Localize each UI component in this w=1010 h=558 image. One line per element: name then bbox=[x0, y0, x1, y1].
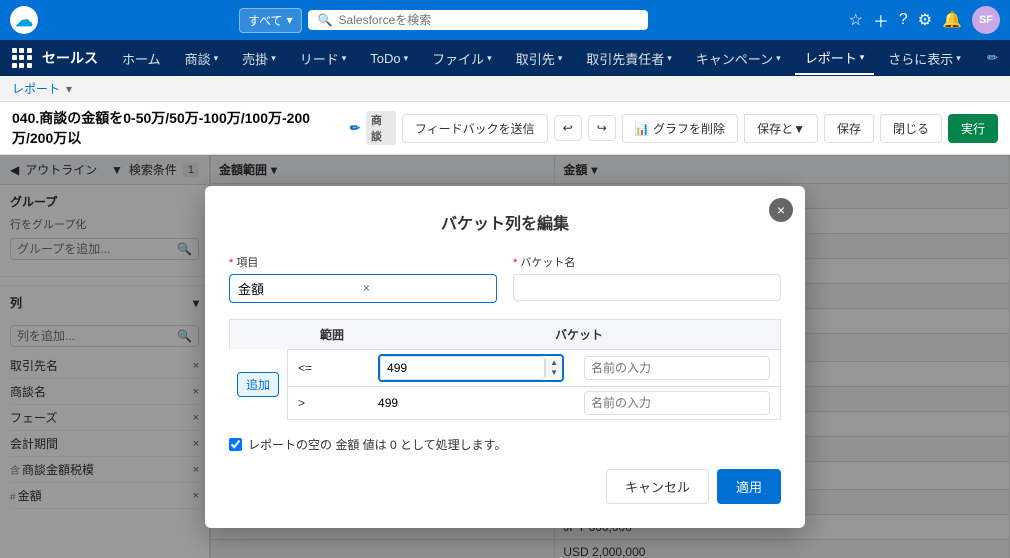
run-button[interactable]: 実行 bbox=[948, 114, 998, 143]
checkbox-row: レポートの空の 金額 値は 0 として処理します。 bbox=[229, 436, 781, 453]
global-search-input[interactable] bbox=[339, 13, 638, 27]
modal-footer: キャンセル 適用 bbox=[229, 469, 781, 504]
undo-button[interactable]: ↩ bbox=[554, 115, 582, 141]
nav-item-opportunities[interactable]: 商談 ▾ bbox=[175, 43, 229, 74]
modal-close-button[interactable]: × bbox=[769, 198, 793, 222]
nav-item-campaigns[interactable]: キャンペーン ▾ bbox=[686, 43, 791, 74]
bucket-name-input[interactable] bbox=[513, 274, 781, 301]
app-name: セールス bbox=[42, 48, 98, 68]
zero-checkbox-label[interactable]: レポートの空の 金額 値は 0 として処理します。 bbox=[248, 436, 506, 453]
save-button[interactable]: 保存 bbox=[824, 114, 874, 143]
redo-button[interactable]: ↪ bbox=[588, 115, 616, 141]
title-edit-icon[interactable]: ✏ bbox=[350, 121, 360, 135]
search-icon: 🔍 bbox=[318, 13, 333, 27]
report-title-area: 040.商談の金額を0-50万/50万-100万/100万-200万/200万以… bbox=[12, 108, 396, 148]
nav-item-contacts[interactable]: 取引先責任者 ▾ bbox=[576, 43, 682, 74]
nav-edit-icon[interactable]: ✏ bbox=[987, 50, 998, 66]
modal-form-row: * 項目 金額 × * バケット名 bbox=[229, 254, 781, 303]
avatar[interactable]: SF bbox=[972, 6, 1000, 34]
report-badge: 商談 bbox=[366, 111, 396, 145]
op-cell: <= bbox=[288, 357, 368, 379]
chevron-down-icon: ▾ bbox=[667, 53, 672, 64]
add-icon[interactable]: ＋ bbox=[873, 8, 889, 32]
bucket-name-cell bbox=[574, 352, 780, 384]
range-header bbox=[230, 320, 310, 349]
feedback-button[interactable]: フィードバックを送信 bbox=[402, 114, 548, 143]
app-grid-icon[interactable] bbox=[12, 48, 32, 68]
bucket-table-wrapper: 範囲 バケット 追加 <= bbox=[229, 319, 781, 420]
close-button[interactable]: 閉じる bbox=[880, 114, 942, 143]
chevron-down-icon: ▾ bbox=[342, 53, 347, 64]
bucket-name-cell-2 bbox=[574, 387, 780, 419]
field-item: * 項目 金額 × bbox=[229, 254, 497, 303]
bucket-label: バケット bbox=[545, 320, 780, 349]
bucket-name-input-2[interactable] bbox=[584, 391, 770, 415]
field-bucket-name: * バケット名 bbox=[513, 254, 781, 303]
zero-checkbox[interactable] bbox=[229, 438, 242, 451]
salesforce-logo: ☁ bbox=[10, 6, 38, 34]
cancel-button[interactable]: キャンセル bbox=[606, 469, 709, 504]
apply-button[interactable]: 適用 bbox=[717, 469, 781, 504]
field-item-value: 金額 × bbox=[229, 274, 497, 303]
nav-item-todo[interactable]: ToDo ▾ bbox=[360, 45, 418, 72]
breadcrumb-parent[interactable]: レポート bbox=[12, 80, 60, 97]
main-area: ◀ アウトライン ▼ 検索条件 1 グループ 行をグループ化 🔍 列 ▾ 🔍 bbox=[0, 155, 1010, 558]
nav-item-leads[interactable]: リード ▾ bbox=[290, 43, 357, 74]
bucket-edit-modal: × バケット列を編集 * 項目 金額 × * バケ bbox=[205, 186, 805, 528]
chevron-down-icon: ▾ bbox=[271, 53, 276, 64]
global-search-bar[interactable]: 🔍 bbox=[308, 10, 648, 30]
bucket-name-input-1[interactable] bbox=[584, 356, 770, 380]
chevron-down-icon: ▾ bbox=[214, 53, 219, 64]
field-bucket-name-label: * バケット名 bbox=[513, 254, 781, 270]
help-icon[interactable]: ? bbox=[899, 11, 908, 29]
favorites-icon[interactable]: ☆ bbox=[848, 10, 862, 30]
modal-overlay: × バケット列を編集 * 項目 金額 × * バケ bbox=[0, 155, 1010, 558]
range-label: 範囲 bbox=[310, 320, 545, 349]
value-cell: ▲ ▼ bbox=[368, 350, 574, 386]
add-row-button[interactable]: 追加 bbox=[237, 372, 279, 397]
modal-title: バケット列を編集 bbox=[229, 210, 781, 234]
breadcrumb: レポート ▾ bbox=[0, 76, 1010, 102]
app-navigation: セールス ホーム 商談 ▾ 売掛 ▾ リード ▾ ToDo ▾ ファイル ▾ 取… bbox=[0, 40, 1010, 76]
settings-icon[interactable]: ⚙ bbox=[918, 10, 932, 30]
clear-field-button[interactable]: × bbox=[363, 281, 488, 295]
number-input-wrapper[interactable]: ▲ ▼ bbox=[378, 354, 564, 382]
chevron-down-icon: ▾ bbox=[558, 53, 563, 64]
number-spinners: ▲ ▼ bbox=[545, 358, 562, 378]
nav-item-reports[interactable]: レポート ▾ bbox=[795, 42, 875, 75]
chevron-down-icon: ▾ bbox=[776, 53, 781, 64]
nav-item-files[interactable]: ファイル ▾ bbox=[422, 43, 502, 74]
spin-up-button[interactable]: ▲ bbox=[546, 358, 562, 368]
chevron-down-icon: ▾ bbox=[287, 13, 293, 27]
chevron-down-icon: ▾ bbox=[487, 53, 492, 64]
chart-remove-button[interactable]: 📊 グラフを削除 bbox=[622, 114, 738, 143]
nav-item-receivables[interactable]: 売掛 ▾ bbox=[232, 43, 286, 74]
nav-item-more[interactable]: さらに表示 ▾ bbox=[878, 43, 971, 74]
chevron-down-icon: ▾ bbox=[956, 53, 961, 64]
search-wrapper: すべて ▾ 🔍 bbox=[46, 8, 840, 33]
search-scope-dropdown[interactable]: すべて ▾ bbox=[239, 8, 302, 33]
nav-icons: ☆ ＋ ? ⚙ 🔔 SF bbox=[848, 6, 1000, 34]
report-toolbar: 040.商談の金額を0-50万/50万-100万/100万-200万/200万以… bbox=[0, 102, 1010, 155]
toolbar-buttons: フィードバックを送信 ↩ ↪ 📊 グラフを削除 保存と▼ 保存 閉じる 実行 bbox=[402, 114, 998, 143]
bucket-row-1: <= ▲ ▼ bbox=[287, 349, 781, 386]
report-title-text: 040.商談の金額を0-50万/50万-100万/100万-200万/200万以 bbox=[12, 108, 344, 148]
range-value-input-1[interactable] bbox=[380, 356, 545, 380]
nav-item-accounts[interactable]: 取引先 ▾ bbox=[506, 43, 573, 74]
field-item-label: * 項目 bbox=[229, 254, 497, 270]
chevron-down-icon: ▾ bbox=[404, 53, 409, 64]
save-group: 保存と▼ bbox=[744, 114, 818, 143]
nav-item-home[interactable]: ホーム bbox=[112, 43, 171, 74]
bucket-table-header: 範囲 バケット bbox=[229, 319, 781, 349]
bucket-row-with-add: 追加 <= ▲ ▼ bbox=[229, 349, 781, 420]
bell-icon[interactable]: 🔔 bbox=[942, 10, 962, 30]
save-and-button[interactable]: 保存と▼ bbox=[744, 114, 818, 143]
breadcrumb-separator: ▾ bbox=[66, 82, 72, 96]
spin-down-button[interactable]: ▼ bbox=[546, 368, 562, 378]
chevron-down-icon: ▾ bbox=[860, 52, 865, 63]
bucket-row-2: > 499 bbox=[287, 386, 781, 420]
top-navigation: ☁ すべて ▾ 🔍 ☆ ＋ ? ⚙ 🔔 SF bbox=[0, 0, 1010, 40]
op-cell-2: > bbox=[288, 392, 368, 414]
value-cell-2: 499 bbox=[368, 392, 574, 414]
